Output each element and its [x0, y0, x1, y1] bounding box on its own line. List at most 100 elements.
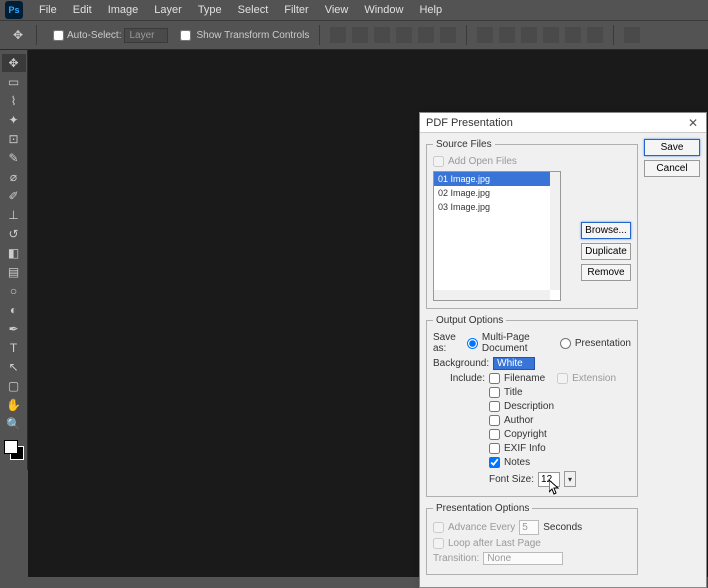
browse-button[interactable]: Browse...	[581, 222, 631, 239]
color-swatches[interactable]	[4, 440, 24, 460]
show-transform-checkbox[interactable]	[180, 30, 191, 41]
file-item[interactable]: 01 Image.jpg	[434, 172, 560, 186]
author-checkbox[interactable]	[489, 415, 500, 426]
divider	[466, 25, 467, 45]
dodge-tool[interactable]: ◐	[2, 301, 26, 319]
save-as-label: Save as:	[433, 332, 463, 354]
description-checkbox[interactable]	[489, 401, 500, 412]
file-list[interactable]: 01 Image.jpg 02 Image.jpg 03 Image.jpg	[433, 171, 561, 301]
cancel-button[interactable]: Cancel	[644, 160, 700, 177]
layer-dropdown[interactable]: Layer	[124, 28, 167, 43]
filename-checkbox[interactable]	[489, 373, 500, 384]
menu-help[interactable]: Help	[411, 4, 450, 16]
auto-select-label: Auto-Select:	[67, 30, 121, 41]
eyedropper-tool[interactable]: ✎	[2, 149, 26, 167]
notes-label: Notes	[504, 457, 530, 468]
wand-tool[interactable]: ✦	[2, 111, 26, 129]
stamp-tool[interactable]: ⊥	[2, 206, 26, 224]
save-button[interactable]: Save	[644, 139, 700, 156]
path-tool[interactable]: ↖	[2, 358, 26, 376]
copyright-checkbox[interactable]	[489, 429, 500, 440]
lasso-tool[interactable]: ⌇	[2, 92, 26, 110]
dialog-left-column: Source Files Add Open Files 01 Image.jpg…	[426, 139, 638, 581]
advance-label: Advance Every	[448, 522, 515, 533]
fg-color-swatch[interactable]	[4, 440, 18, 454]
type-tool[interactable]: T	[2, 339, 26, 357]
duplicate-button[interactable]: Duplicate	[581, 243, 631, 260]
gradient-tool[interactable]: ▤	[2, 263, 26, 281]
background-row: Background: White	[433, 357, 631, 370]
menu-filter[interactable]: Filter	[276, 4, 316, 16]
shape-tool[interactable]: ▢	[2, 377, 26, 395]
align-icon[interactable]	[352, 27, 368, 43]
distribute-icon[interactable]	[565, 27, 581, 43]
menu-edit[interactable]: Edit	[65, 4, 100, 16]
distribute-icon[interactable]	[499, 27, 515, 43]
distribute-icon[interactable]	[477, 27, 493, 43]
scrollbar-vertical[interactable]	[550, 172, 560, 290]
history-brush-tool[interactable]: ↺	[2, 225, 26, 243]
distribute-icon[interactable]	[543, 27, 559, 43]
menu-window[interactable]: Window	[356, 4, 411, 16]
presentation-radio[interactable]	[560, 338, 571, 349]
align-icon[interactable]	[440, 27, 456, 43]
menubar: Ps File Edit Image Layer Type Select Fil…	[0, 0, 708, 20]
dialog-titlebar[interactable]: PDF Presentation ✕	[420, 113, 706, 133]
menu-layer[interactable]: Layer	[146, 4, 190, 16]
background-select[interactable]: White	[493, 357, 535, 370]
align-icon[interactable]	[396, 27, 412, 43]
title-row: Title	[489, 387, 631, 398]
eraser-tool[interactable]: ◧	[2, 244, 26, 262]
font-size-dropdown[interactable]: ▾	[564, 471, 576, 487]
menu-view[interactable]: View	[317, 4, 357, 16]
scrollbar-horizontal[interactable]	[434, 290, 550, 300]
advance-checkbox[interactable]	[433, 522, 444, 533]
notes-checkbox[interactable]	[489, 457, 500, 468]
presentation-options-legend: Presentation Options	[433, 503, 532, 514]
menu-image[interactable]: Image	[100, 4, 147, 16]
align-icon[interactable]	[330, 27, 346, 43]
font-size-input[interactable]	[538, 472, 560, 487]
save-as-row: Save as: Multi-Page Document Presentatio…	[433, 332, 631, 354]
heal-tool[interactable]: ⌀	[2, 168, 26, 186]
close-icon[interactable]: ✕	[686, 116, 700, 130]
multi-page-radio[interactable]	[467, 338, 478, 349]
move-tool[interactable]: ✥	[2, 54, 26, 72]
description-row: Description	[489, 401, 631, 412]
crop-tool[interactable]: ⊡	[2, 130, 26, 148]
align-icon[interactable]	[418, 27, 434, 43]
presentation-options-group: Presentation Options Advance Every Secon…	[426, 503, 638, 575]
divider	[613, 25, 614, 45]
add-open-files-label: Add Open Files	[448, 156, 517, 167]
hand-tool[interactable]: ✋	[2, 396, 26, 414]
description-label: Description	[504, 401, 554, 412]
file-item[interactable]: 03 Image.jpg	[434, 200, 560, 214]
brush-tool[interactable]: ✐	[2, 187, 26, 205]
distribute-icon[interactable]	[587, 27, 603, 43]
options-bar: ✥ Auto-Select: Layer Show Transform Cont…	[0, 20, 708, 50]
file-item[interactable]: 02 Image.jpg	[434, 186, 560, 200]
menu-file[interactable]: File	[31, 4, 65, 16]
loop-checkbox[interactable]	[433, 538, 444, 549]
auto-select-checkbox[interactable]	[53, 30, 64, 41]
divider	[36, 25, 37, 45]
add-open-files-row: Add Open Files	[433, 156, 631, 167]
zoom-tool[interactable]: 🔍	[2, 415, 26, 433]
exif-checkbox[interactable]	[489, 443, 500, 454]
marquee-tool[interactable]: ▭	[2, 73, 26, 91]
blur-tool[interactable]: ○	[2, 282, 26, 300]
menu-select[interactable]: Select	[230, 4, 277, 16]
add-open-files-checkbox[interactable]	[433, 156, 444, 167]
align-icon[interactable]	[374, 27, 390, 43]
menu-type[interactable]: Type	[190, 4, 230, 16]
output-options-legend: Output Options	[433, 315, 506, 326]
pen-tool[interactable]: ✒	[2, 320, 26, 338]
title-checkbox[interactable]	[489, 387, 500, 398]
distribute-icon[interactable]	[521, 27, 537, 43]
transition-select[interactable]: None	[483, 552, 563, 565]
mode-icon[interactable]	[624, 27, 640, 43]
extension-checkbox[interactable]	[557, 373, 568, 384]
transition-label: Transition:	[433, 553, 479, 564]
advance-input[interactable]	[519, 520, 539, 535]
remove-button[interactable]: Remove	[581, 264, 631, 281]
